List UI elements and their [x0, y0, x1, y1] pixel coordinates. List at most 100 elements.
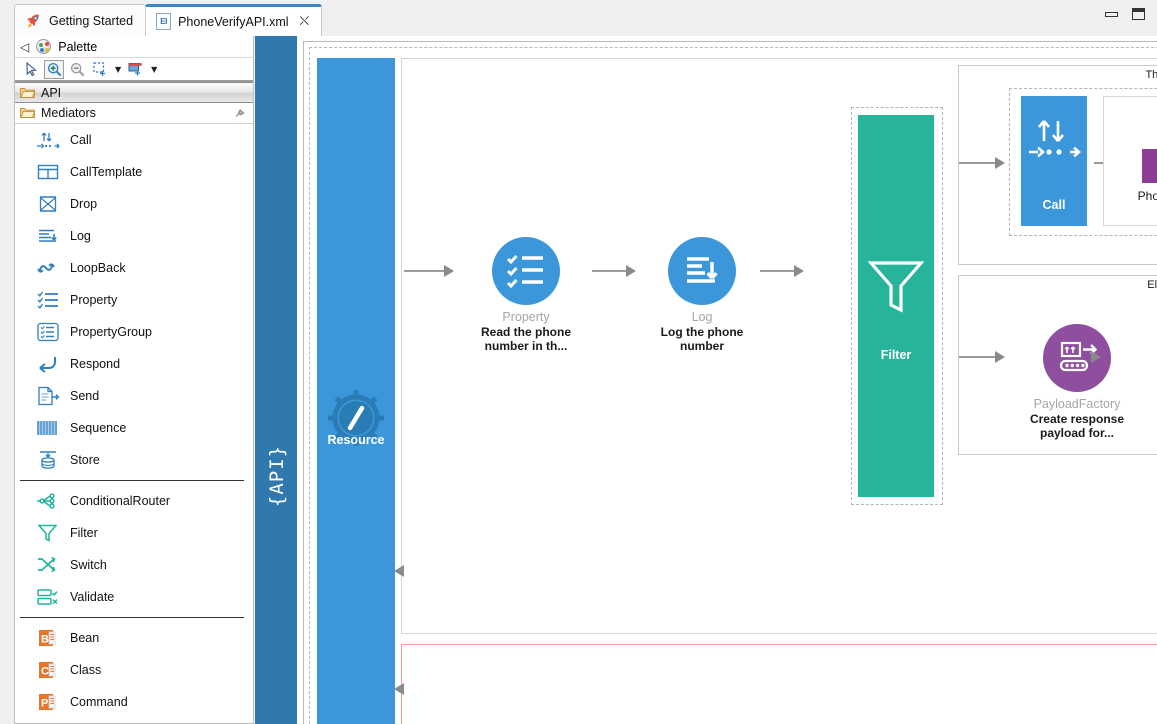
call-label: Call — [1042, 198, 1066, 212]
chevron-down-icon[interactable]: ▼ — [113, 65, 123, 74]
close-icon[interactable]: ⛌ — [300, 14, 310, 29]
filter-funnel-icon — [867, 261, 925, 313]
editor-tab-bar: Getting Started EI PhoneVerifyAPI.xml ⛌ — [0, 0, 1157, 36]
palette-item-drop[interactable]: Drop — [15, 188, 253, 220]
zoom-out-icon[interactable] — [67, 60, 87, 79]
palette-item-label: Call — [70, 133, 92, 147]
tab-phoneverifyapi-xml[interactable]: EI PhoneVerifyAPI.xml ⛌ — [145, 4, 323, 36]
flow-arrow-line — [404, 270, 446, 272]
palette-header: ◁ Palette — [15, 36, 253, 58]
palette-item-label: Command — [70, 695, 128, 709]
palette-item-filter[interactable]: Filter — [15, 517, 253, 549]
palette-item-loopback[interactable]: LoopBack — [15, 252, 253, 284]
property-node-circle — [492, 237, 560, 305]
in-sequence-box[interactable]: Property Read the phone number in th... … — [394, 58, 1157, 634]
flow-arrow-head — [995, 157, 1005, 169]
palette-icon — [36, 39, 52, 54]
store-mediator-icon — [35, 448, 61, 472]
palette-item-label: Send — [70, 389, 100, 403]
zoom-in-icon[interactable] — [44, 59, 64, 79]
branch-else[interactable]: Else — [958, 275, 1157, 455]
palette-item-label: LoopBack — [70, 261, 126, 275]
collapse-left-icon[interactable]: ◁ — [20, 40, 29, 54]
palette-item-log[interactable]: Log — [15, 220, 253, 252]
log-mediator-icon — [687, 257, 718, 283]
property-mediator-icon — [506, 254, 543, 288]
log-node-circle — [668, 237, 736, 305]
svg-text:P: P — [41, 698, 48, 710]
log-mediator-icon — [35, 224, 61, 248]
chevron-down-icon[interactable]: ▼ — [149, 65, 159, 74]
call-mediator-icon — [35, 128, 61, 152]
conditional-router-icon — [35, 489, 61, 513]
cursor-arrow-icon[interactable] — [21, 60, 41, 79]
palette-item-bean[interactable]: B Bean — [15, 622, 253, 654]
flow-arrow-head — [444, 265, 454, 277]
ei-file-icon: EI — [156, 13, 172, 30]
palette-item-store[interactable]: Store — [15, 444, 253, 476]
call-template-icon — [35, 160, 61, 184]
palette-item-property[interactable]: Property — [15, 284, 253, 316]
api-edge-strip: {API} — [255, 36, 297, 724]
tab-getting-started[interactable]: Getting Started — [14, 4, 147, 36]
folder-icon — [20, 87, 35, 99]
diagram-canvas[interactable]: Resource Property Read the phone number … — [303, 41, 1157, 724]
palette-item-validate[interactable]: Validate — [15, 581, 253, 613]
resource-node[interactable]: Resource — [317, 58, 395, 724]
svg-text:B: B — [41, 634, 49, 646]
window-controls — [1105, 8, 1145, 20]
palette-item-command[interactable]: P Command — [15, 686, 253, 718]
node-description: Read the phone number in th... — [480, 325, 571, 353]
pin-icon[interactable] — [234, 107, 246, 119]
filter-node[interactable]: Filter — [858, 115, 934, 497]
create-connection-icon[interactable] — [126, 60, 146, 79]
palette-item-respond[interactable]: Respond — [15, 348, 253, 380]
node-log[interactable]: Log Log the phone number — [646, 237, 758, 353]
palette-item-propertygroup[interactable]: PropertyGroup — [15, 316, 253, 348]
flow-arrow-head — [626, 265, 636, 277]
call-node[interactable]: Call — [1021, 96, 1087, 226]
node-payloadfactory[interactable]: PayloadFactory Create response payload f… — [1007, 324, 1147, 440]
palette-item-label: Filter — [70, 526, 98, 540]
palette-item-label: Respond — [70, 357, 121, 371]
palette-item-sequence[interactable]: Sequence — [15, 412, 253, 444]
property-mediator-icon — [35, 288, 61, 312]
return-arrow-head — [394, 565, 404, 577]
out-sequence-box[interactable] — [394, 644, 1157, 724]
rocket-icon — [25, 12, 42, 29]
eclipse-window: Getting Started EI PhoneVerifyAPI.xml ⛌ … — [0, 0, 1157, 724]
endpoint-name: PhoneVerifyEP — [1137, 189, 1157, 203]
palette-item-ejb[interactable]: E EJB — [15, 718, 253, 723]
svg-text:C: C — [41, 666, 49, 678]
branch-then[interactable]: Then Call — [958, 65, 1157, 265]
palette-item-label: Drop — [70, 197, 98, 211]
palette-item-calltemplate[interactable]: CallTemplate — [15, 156, 253, 188]
node-property[interactable]: Property Read the phone number in th... — [462, 237, 590, 353]
palette-item-label: Switch — [70, 558, 107, 572]
resource-label: Resource — [327, 433, 385, 447]
minimize-icon[interactable] — [1105, 11, 1118, 17]
palette-toolbar: ▼ ▼ — [15, 58, 253, 82]
maximize-icon[interactable] — [1132, 8, 1145, 20]
named-endpoint-icon — [1142, 149, 1157, 183]
marquee-select-icon[interactable] — [90, 60, 110, 79]
node-type-label: Log — [691, 310, 713, 324]
palette-item-send[interactable]: Send — [15, 380, 253, 412]
drop-mediator-icon — [35, 192, 61, 216]
palette-item-class[interactable]: C Class — [15, 654, 253, 686]
palette-section-api[interactable]: API — [15, 82, 253, 103]
node-type-label: Property — [502, 310, 550, 324]
palette-divider — [20, 480, 244, 481]
palette-item-label: CallTemplate — [70, 165, 143, 179]
palette-section-label: Mediators — [41, 106, 96, 120]
palette-item-switch[interactable]: Switch — [15, 549, 253, 581]
palette-item-conditionalrouter[interactable]: ConditionalRouter — [15, 485, 253, 517]
endpoint-box[interactable]: Named PhoneVerifyEP — [1103, 96, 1157, 226]
property-group-icon — [35, 320, 61, 344]
command-mediator-icon: P — [35, 690, 61, 714]
diagram-editor[interactable]: {API} Resource Property Read the phone n… — [255, 36, 1157, 724]
send-mediator-icon — [35, 384, 61, 408]
palette-item-call[interactable]: Call — [15, 124, 253, 156]
palette-section-mediators[interactable]: Mediators — [15, 103, 253, 124]
tab-label: PhoneVerifyAPI.xml — [178, 14, 289, 29]
